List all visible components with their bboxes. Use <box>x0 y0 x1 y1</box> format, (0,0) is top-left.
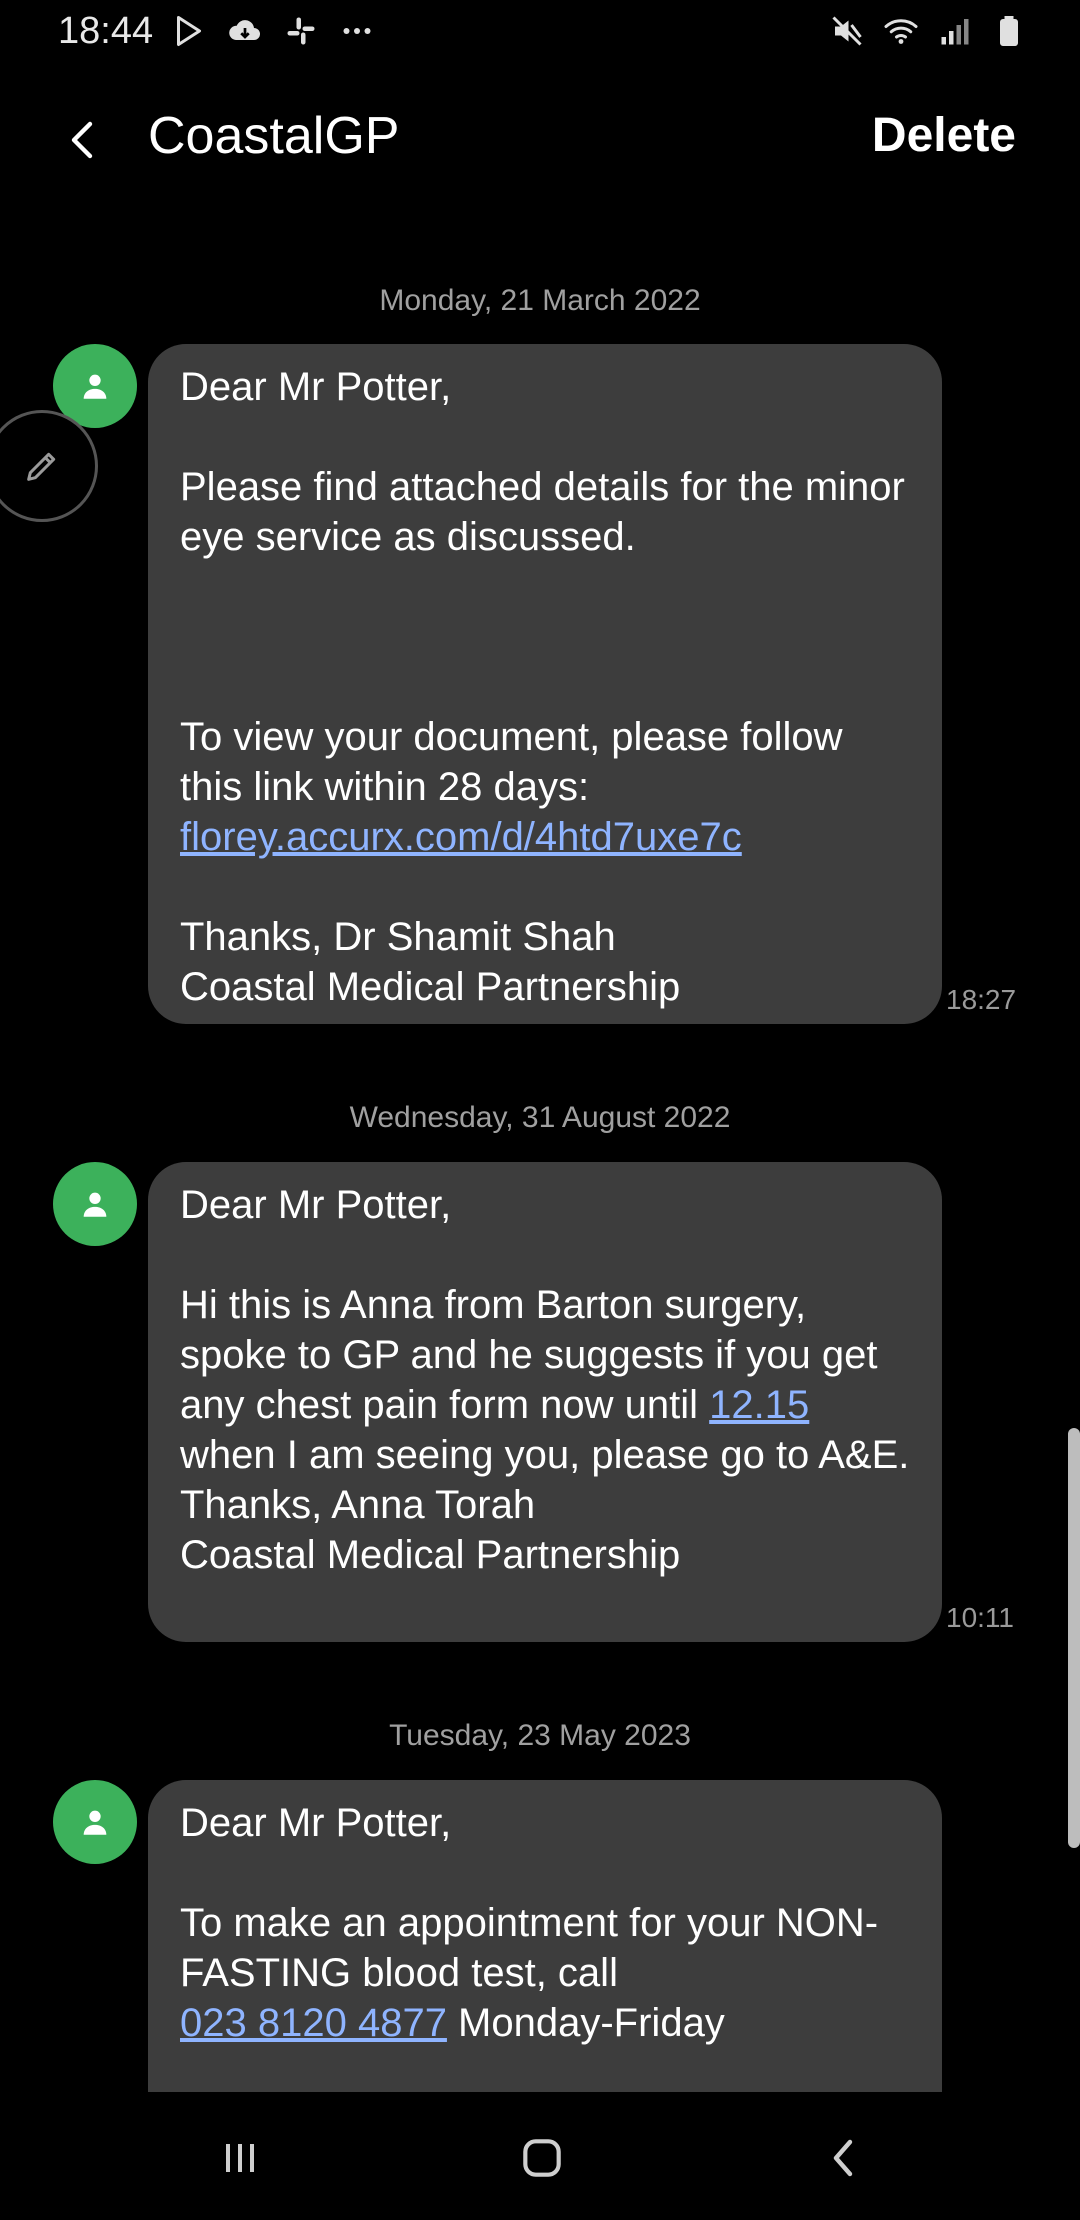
message-bubble[interactable]: Dear Mr Potter, To make an appointment f… <box>148 1780 942 2092</box>
pencil-icon <box>27 452 56 481</box>
status-time: 18:44 <box>58 10 154 52</box>
back-icon <box>833 2139 853 2177</box>
avatar[interactable] <box>53 1780 137 1864</box>
date-separator: Tuesday, 23 May 2023 <box>389 1719 691 1752</box>
message-link[interactable]: florey.accurx.com/d/4htd7uxe7c <box>180 815 742 859</box>
cloud-download-icon <box>226 12 264 50</box>
delete-button[interactable]: Delete <box>872 108 1016 163</box>
phone-link[interactable]: 023 8120 4877 <box>180 2001 447 2045</box>
more-dots-icon <box>338 12 376 50</box>
conversation-header: CoastalGP Delete <box>0 90 1080 190</box>
play-store-icon <box>170 12 208 50</box>
message-bubble[interactable]: Dear Mr Potter, Hi this is Anna from Bar… <box>148 1162 942 1642</box>
message-text: Dear Mr Potter, To make an appointment f… <box>180 1801 879 1995</box>
message-list[interactable]: Monday, 21 March 2022 Dear Mr Potter, Pl… <box>0 240 1080 2092</box>
message-time: 10:11 <box>946 1602 1014 1633</box>
avatar[interactable] <box>53 1162 137 1246</box>
message-item: Dear Mr Potter, To make an appointment f… <box>0 1780 1080 2092</box>
wifi-icon <box>882 12 920 50</box>
nav-back-button[interactable] <box>804 2128 884 2188</box>
message-time: 18:27 <box>946 984 1017 1015</box>
battery-icon <box>990 12 1028 50</box>
slack-icon <box>282 12 320 50</box>
date-separator: Monday, 21 March 2022 <box>379 284 701 317</box>
recent-apps-button[interactable] <box>200 2128 280 2188</box>
chevron-left-icon <box>71 121 93 159</box>
message-bubble[interactable]: Dear Mr Potter, Please find attached det… <box>148 344 942 1024</box>
recent-apps-icon <box>226 2144 254 2172</box>
message-text: Thanks, Dr Shamit Shah Coastal Medical P… <box>180 915 681 1009</box>
person-icon <box>83 374 107 399</box>
message-text: Dear Mr Potter, Please find attached det… <box>180 365 905 809</box>
message-item: Dear Mr Potter, Please find attached det… <box>0 344 1080 1024</box>
notification-icons <box>170 12 376 50</box>
contact-name[interactable]: CoastalGP <box>148 106 399 166</box>
scrollbar[interactable] <box>1068 1428 1080 1848</box>
message-item: Dear Mr Potter, Hi this is Anna from Bar… <box>0 1162 1080 1642</box>
system-status-icons <box>828 12 1028 50</box>
status-bar: 18:44 <box>0 0 1080 70</box>
back-button[interactable] <box>52 108 116 172</box>
system-nav-bar <box>0 2092 1080 2220</box>
mute-icon <box>828 12 866 50</box>
message-time-link[interactable]: 12.15 <box>709 1383 809 1427</box>
home-icon <box>523 2139 561 2177</box>
message-text: Monday-Friday <box>446 2001 725 2045</box>
person-icon <box>83 1810 107 1835</box>
signal-icon <box>936 12 974 50</box>
date-separator: Wednesday, 31 August 2022 <box>349 1101 731 1134</box>
home-button[interactable] <box>502 2128 582 2188</box>
person-icon <box>83 1192 107 1217</box>
